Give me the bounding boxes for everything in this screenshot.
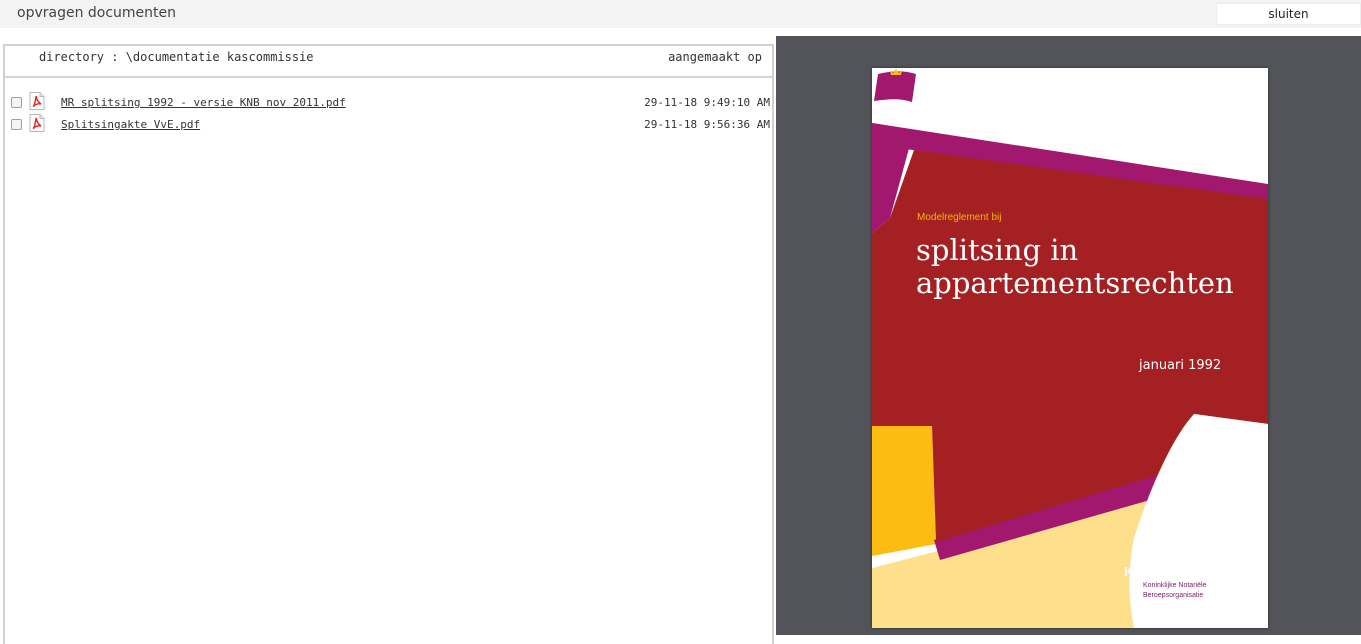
file-link[interactable]: MR splitsing 1992 - versie KNB nov 2011.…	[61, 96, 346, 109]
close-button[interactable]: sluiten	[1216, 3, 1361, 25]
title-bar: opvragen documenten sluiten	[0, 0, 1361, 28]
file-created-date: 29-11-18 9:49:10 AM	[644, 96, 770, 109]
directory-label: directory : \documentatie kascommissie	[39, 50, 314, 64]
cover-title: splitsing in appartementsrechten	[916, 234, 1234, 300]
knb-logo-icon	[874, 69, 916, 102]
cover-title-line: splitsing in	[916, 233, 1079, 267]
file-list-header: directory : \documentatie kascommissie a…	[5, 46, 772, 78]
file-list-panel: directory : \documentatie kascommissie a…	[3, 44, 774, 644]
cover-title-line: appartementsrechten	[916, 266, 1234, 300]
file-checkbox[interactable]	[11, 97, 22, 108]
file-checkbox[interactable]	[11, 119, 22, 130]
org-name-line: Koninklijke Notariële	[1143, 582, 1207, 589]
cover-subtitle: Modelreglement bij	[917, 212, 1002, 223]
document-preview[interactable]: Modelreglement bij splitsing in appartem…	[776, 36, 1361, 635]
org-name-line: Beroepsorganisatie	[1143, 592, 1204, 599]
logo-text: KNB	[1124, 564, 1153, 579]
file-row[interactable]: Splitsingakte VvE.pdf 29-11-18 9:56:36 A…	[5, 114, 772, 136]
pdf-icon	[29, 114, 45, 132]
file-link[interactable]: Splitsingakte VvE.pdf	[61, 118, 200, 131]
cover-artwork	[872, 123, 1268, 628]
file-row[interactable]: MR splitsing 1992 - versie KNB nov 2011.…	[5, 92, 772, 114]
pdf-page: Modelreglement bij splitsing in appartem…	[872, 68, 1268, 628]
created-column-header[interactable]: aangemaakt op	[668, 50, 762, 64]
page-title: opvragen documenten	[17, 5, 177, 21]
pdf-icon	[29, 92, 45, 110]
cover-date: januari 1992	[1139, 358, 1222, 373]
file-created-date: 29-11-18 9:56:36 AM	[644, 118, 770, 131]
